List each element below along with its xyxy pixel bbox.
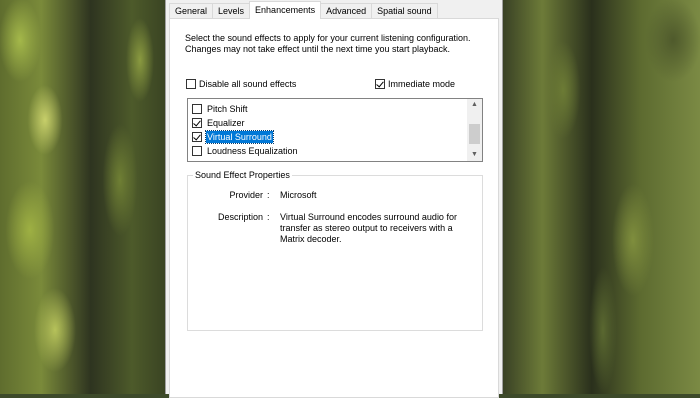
list-item-loudness-equalization[interactable]: Loudness Equalization xyxy=(192,144,299,157)
effects-list[interactable]: Pitch Shift Equalizer Virtual Surround L… xyxy=(187,98,483,162)
list-item-pitch-shift[interactable]: Pitch Shift xyxy=(192,102,249,115)
tab-general[interactable]: General xyxy=(169,3,214,19)
disable-all-checkbox[interactable] xyxy=(186,79,196,89)
equalizer-label: Equalizer xyxy=(207,117,245,128)
provider-label: Provider xyxy=(229,190,263,200)
pitch-shift-label: Pitch Shift xyxy=(207,103,248,114)
provider-separator: : xyxy=(267,190,270,200)
disable-all-label: Disable all sound effects xyxy=(199,79,297,89)
loudness-equalization-checkbox[interactable] xyxy=(192,145,202,156)
disable-all-option[interactable]: Disable all sound effects xyxy=(186,79,296,89)
tab-bar: General Levels Enhancements Advanced Spa… xyxy=(169,1,438,19)
immediate-mode-label: Immediate mode xyxy=(388,79,456,89)
list-item-equalizer[interactable]: Equalizer xyxy=(192,116,246,129)
loudness-equalization-label: Loudness Equalization xyxy=(207,145,298,156)
description-label: Description xyxy=(217,212,263,222)
description-value: Virtual Surround encodes surround audio … xyxy=(280,212,457,244)
tab-advanced[interactable]: Advanced xyxy=(320,3,373,19)
list-item-virtual-surround[interactable]: Virtual Surround xyxy=(192,129,274,144)
virtual-surround-label: Virtual Surround xyxy=(205,129,274,144)
provider-value: Microsoft xyxy=(280,190,317,200)
sound-effect-properties-group: Sound Effect Properties Provider : Micro… xyxy=(187,170,483,331)
description-separator: : xyxy=(267,212,270,222)
scroll-up-icon[interactable]: ▲ xyxy=(467,99,482,111)
sound-properties-dialog: General Levels Enhancements Advanced Spa… xyxy=(165,0,503,398)
tab-spatial-sound[interactable]: Spatial sound xyxy=(371,3,438,19)
enhancements-panel: Select the sound effects to apply for yo… xyxy=(169,18,499,398)
immediate-mode-checkbox[interactable] xyxy=(375,79,385,89)
scroll-down-icon[interactable]: ▼ xyxy=(467,149,482,161)
virtual-surround-checkbox[interactable] xyxy=(192,131,202,142)
group-title: Sound Effect Properties xyxy=(193,170,292,180)
intro-text: Select the sound effects to apply for yo… xyxy=(185,33,471,54)
effects-scrollbar[interactable]: ▲ ▼ xyxy=(467,99,482,161)
scroll-thumb[interactable] xyxy=(469,124,480,144)
desktop-background-left xyxy=(0,0,165,394)
equalizer-checkbox[interactable] xyxy=(192,117,202,128)
desktop-background-right xyxy=(503,0,700,394)
pitch-shift-checkbox[interactable] xyxy=(192,103,202,114)
tab-enhancements[interactable]: Enhancements xyxy=(249,1,322,19)
tab-levels[interactable]: Levels xyxy=(212,3,251,19)
immediate-mode-option[interactable]: Immediate mode xyxy=(375,79,455,89)
